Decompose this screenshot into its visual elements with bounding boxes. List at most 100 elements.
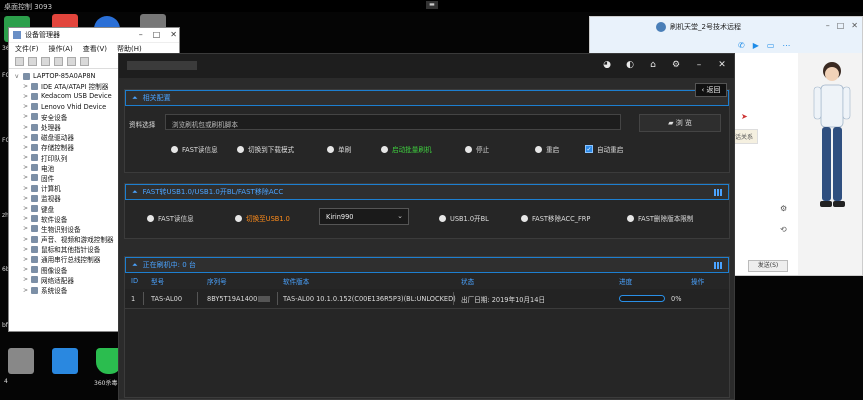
close-icon[interactable]: ✕: [851, 21, 858, 30]
monitor-icon[interactable]: [80, 57, 89, 66]
skin-icon[interactable]: ◕: [601, 59, 613, 71]
menu-view[interactable]: 查看(V): [83, 44, 107, 54]
flashing-panel: ⏶ 正在刷机中: 0 台 ID 型号 序列号 软件版本 状态 进度 操作 1 T…: [124, 256, 730, 398]
batch-flash-button[interactable]: 启动批量刷机: [381, 144, 432, 154]
device-manager-titlebar: 设备管理器 – □ ✕: [9, 28, 179, 43]
history-icon[interactable]: ⟲: [780, 225, 787, 234]
auto-reboot-checkbox[interactable]: ✓ 自动重启: [585, 144, 623, 154]
video-icon[interactable]: ▶: [753, 41, 759, 50]
back-icon[interactable]: [15, 57, 24, 66]
help-icon[interactable]: [54, 57, 63, 66]
table-row[interactable]: 1 TAS-AL00 8BY5T19A1400 TAS-AL00 10.1.0.…: [125, 289, 729, 309]
column-divider: [453, 292, 454, 305]
chip-select[interactable]: Kirin990 ⌄: [319, 208, 409, 225]
back-button[interactable]: ‹ 返回: [695, 83, 727, 97]
chevron-right-icon[interactable]: >: [23, 83, 31, 90]
chat-header: 刷机天堂_2号技术远程 – □ ✕: [590, 17, 862, 37]
app-title-redacted: [127, 61, 197, 70]
chevron-right-icon[interactable]: >: [23, 164, 31, 171]
flash-tool-window: ◕ ◐ ⌂ ⚙ – ✕ ⏶ 相关配置 资料选择 浏览刷机包或刷机脚本 ▰ 浏 览…: [118, 53, 735, 400]
stop-button[interactable]: 停止: [465, 144, 489, 154]
chevron-right-icon[interactable]: >: [23, 144, 31, 151]
row-progress-bar: [619, 295, 665, 302]
chevron-right-icon[interactable]: >: [23, 154, 31, 161]
chat-toolbar: ✆ ▶ ▭ ⋯: [590, 37, 862, 53]
chevron-right-icon[interactable]: >: [23, 93, 31, 100]
file-path-input[interactable]: 浏览刷机包或刷机脚本: [165, 114, 621, 130]
reboot-button[interactable]: 重启: [535, 144, 559, 154]
theme-icon[interactable]: ◐: [624, 59, 636, 71]
chevron-right-icon[interactable]: >: [23, 256, 31, 263]
switch-usb-button[interactable]: 切换至USB1.0: [235, 213, 290, 223]
forward-icon[interactable]: [28, 57, 37, 66]
remove-acc-frp-button[interactable]: FAST移除ACC_FRP: [521, 213, 590, 223]
chevron-right-icon[interactable]: >: [23, 195, 31, 202]
settings-icon[interactable]: ⚙: [780, 204, 787, 213]
chevron-right-icon[interactable]: >: [23, 103, 31, 110]
tree-item-label: 存储控制器: [41, 144, 74, 153]
home-icon[interactable]: ⌂: [647, 59, 659, 71]
chevron-right-icon[interactable]: >: [23, 174, 31, 181]
chevron-right-icon[interactable]: >: [23, 246, 31, 253]
grid-icon[interactable]: [714, 262, 722, 269]
chevron-right-icon[interactable]: >: [23, 113, 31, 120]
desktop-app-icon[interactable]: [52, 348, 78, 374]
send-button[interactable]: 发送(S): [748, 260, 788, 272]
browse-label: 浏 览: [675, 119, 692, 127]
chevron-down-icon[interactable]: v: [15, 73, 23, 80]
remote-desktop-title: 桌面控制 3093: [4, 3, 53, 11]
menu-action[interactable]: 操作(A): [49, 44, 73, 54]
maximize-icon[interactable]: □: [837, 21, 845, 30]
chevron-up-icon[interactable]: ⏶: [132, 261, 138, 270]
screen-share-icon[interactable]: ▭: [767, 41, 775, 50]
menu-file[interactable]: 文件(F): [15, 44, 39, 54]
usb-unlock-bl-button[interactable]: USB1.0开BL: [439, 213, 489, 223]
remove-version-limit-button[interactable]: FAST删除版本限制: [627, 213, 693, 223]
config-panel: ⏶ 相关配置 资料选择 浏览刷机包或刷机脚本 ▰ 浏 览 FAST读信息 切换到…: [124, 89, 730, 173]
chevron-right-icon[interactable]: >: [23, 276, 31, 283]
tree-item-label: 固件: [41, 174, 55, 183]
chevron-right-icon[interactable]: >: [23, 215, 31, 222]
fast-read-info-button[interactable]: FAST读信息: [171, 144, 218, 154]
more-icon[interactable]: ⋯: [782, 41, 790, 50]
desktop-app-icon[interactable]: [8, 348, 34, 374]
properties-icon[interactable]: [41, 57, 50, 66]
device-category-icon: [31, 174, 38, 182]
scan-icon[interactable]: [67, 57, 76, 66]
chevron-right-icon[interactable]: >: [23, 134, 31, 141]
maximize-icon[interactable]: □: [153, 30, 161, 39]
col-version: 软件版本: [283, 278, 310, 286]
download-mode-button[interactable]: 切换到下载模式: [237, 144, 294, 154]
chevron-right-icon[interactable]: >: [23, 225, 31, 232]
chevron-right-icon[interactable]: >: [23, 266, 31, 273]
tree-item-label: 软件设备: [41, 215, 68, 224]
minimize-icon[interactable]: –: [139, 30, 143, 39]
action-icon: [439, 214, 446, 222]
phone-icon[interactable]: ✆: [738, 41, 745, 50]
chevron-up-icon[interactable]: ⏶: [132, 94, 138, 103]
chevron-right-icon[interactable]: >: [23, 205, 31, 212]
chevron-right-icon[interactable]: >: [23, 236, 31, 243]
fast-usb-panel-header: ⏶ FAST转USB1.0/USB1.0开BL/FAST移除ACC: [125, 184, 729, 200]
minimize-icon[interactable]: –: [826, 21, 830, 30]
config-panel-header: ⏶ 相关配置: [125, 90, 729, 106]
close-icon[interactable]: ✕: [170, 30, 177, 39]
single-flash-button[interactable]: 单刷: [327, 144, 351, 154]
close-icon[interactable]: ✕: [716, 59, 728, 71]
desktop-label: 4: [4, 378, 8, 385]
redacted-block: [258, 295, 271, 302]
minimize-icon[interactable]: –: [693, 59, 705, 71]
chevron-right-icon[interactable]: >: [23, 124, 31, 131]
col-action: 操作: [691, 278, 705, 286]
action-icon: [521, 214, 528, 222]
fast-read-info-button-2[interactable]: FAST读信息: [147, 213, 194, 223]
minimize-icon[interactable]: ▬: [426, 1, 438, 9]
device-category-icon: [31, 103, 38, 111]
gear-icon[interactable]: ⚙: [670, 59, 682, 71]
chevron-right-icon[interactable]: >: [23, 287, 31, 294]
browse-button[interactable]: ▰ 浏 览: [639, 114, 721, 132]
grid-icon[interactable]: [714, 189, 722, 196]
chevron-up-icon[interactable]: ⏶: [132, 188, 138, 197]
chevron-right-icon[interactable]: >: [23, 185, 31, 192]
col-serial: 序列号: [207, 278, 227, 286]
